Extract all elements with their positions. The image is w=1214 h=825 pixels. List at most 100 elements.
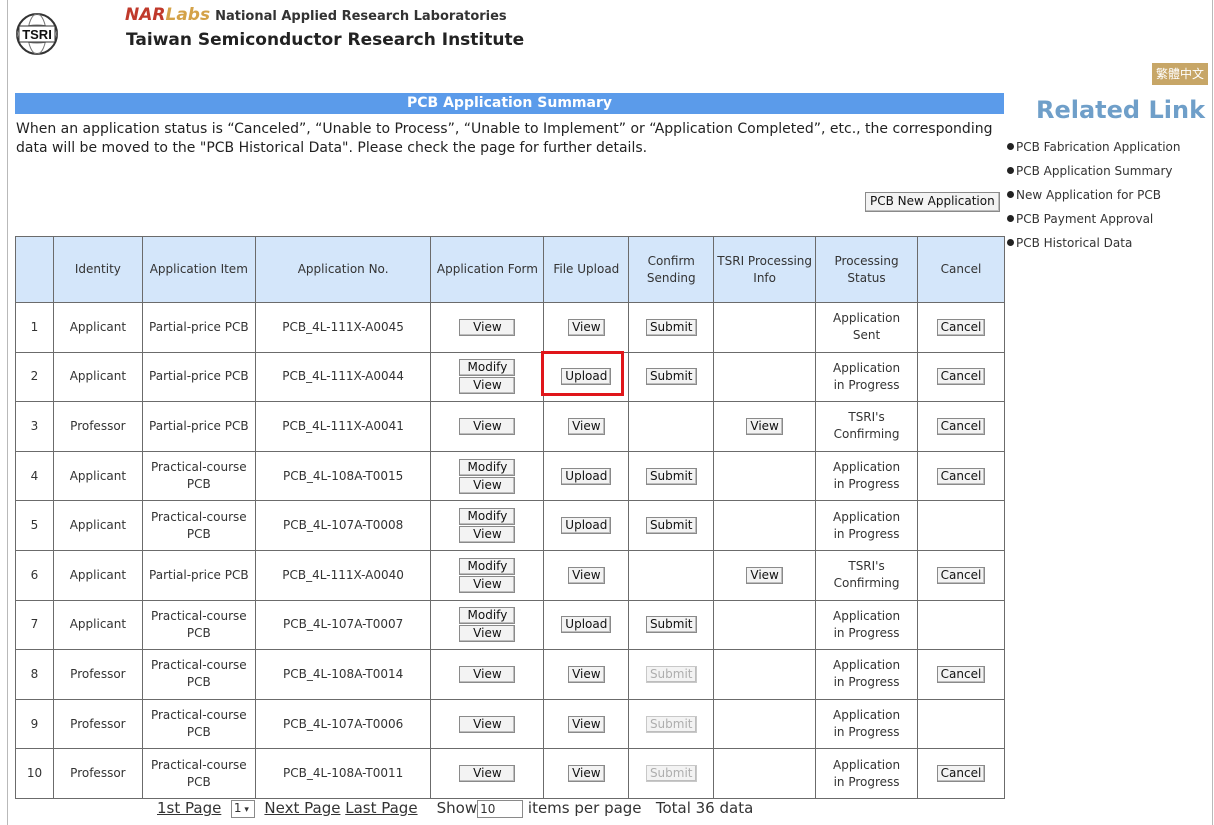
view-form-button[interactable]: View [459, 765, 516, 783]
pagination: 1st Page 1 ▾ Next Page Last Page Show 10 … [157, 799, 753, 818]
view-form-button[interactable]: View [459, 377, 516, 395]
table-cell [917, 698, 1005, 750]
table-cell: Application in Progress [815, 500, 918, 551]
related-link-item[interactable]: PCB Application Summary [1007, 163, 1181, 187]
processing-status: Application in Progress [833, 757, 901, 789]
related-link-item[interactable]: New Application for PCB [1007, 187, 1181, 211]
modify-form-button[interactable]: Modify [459, 359, 516, 377]
table-row: 5 Applicant Practical-course PCB PCB_4L-107… [15, 500, 1005, 551]
table-cell: View [543, 302, 630, 353]
identity-text: Applicant [69, 518, 127, 533]
upload-file-button[interactable]: Upload [561, 517, 612, 535]
identity-text: Applicant [69, 468, 127, 483]
cancel-button[interactable]: Cancel [936, 566, 986, 584]
processing-status: Application in Progress [833, 509, 901, 541]
view-form-button[interactable]: View [459, 318, 516, 336]
view-file-button[interactable]: View [568, 318, 605, 336]
pcb-new-application-button[interactable]: PCB New Application [865, 192, 1000, 212]
language-toggle-button[interactable]: 繁體中文 [1152, 63, 1208, 85]
submit-button[interactable]: Submit [645, 765, 697, 783]
view-file-button[interactable]: View [568, 765, 605, 783]
related-link-label: PCB Fabrication Application [1016, 140, 1181, 154]
table-cell: Submit [628, 500, 715, 551]
view-form-button[interactable]: View [459, 476, 516, 494]
view-file-button[interactable]: View [568, 566, 605, 584]
submit-button[interactable]: Submit [645, 467, 697, 485]
cancel-button[interactable]: Cancel [936, 665, 986, 683]
submit-button[interactable]: Submit [645, 616, 697, 634]
column-header: Confirm Sending [628, 236, 715, 303]
table-cell: Applicant [52, 549, 143, 601]
cancel-button[interactable]: Cancel [936, 368, 986, 386]
application-item-text: Practical-course PCB [150, 757, 247, 789]
identity-text: Professor [70, 666, 126, 681]
modify-form-button[interactable]: Modify [459, 508, 516, 526]
view-form-button[interactable]: View [459, 625, 516, 643]
table-cell: Modify View [430, 549, 545, 601]
table-cell: Practical-course PCB [141, 450, 256, 502]
table-cell: Cancel [917, 748, 1005, 799]
related-link-item[interactable]: PCB Fabrication Application [1007, 139, 1181, 163]
view-file-button[interactable]: View [568, 715, 605, 733]
identity-text: Professor [70, 716, 126, 731]
table-cell: Submit [628, 698, 715, 750]
table-cell: Practical-course PCB [141, 698, 256, 750]
cancel-button[interactable]: Cancel [936, 417, 986, 435]
view-form-button[interactable]: View [459, 665, 516, 683]
upload-file-button[interactable]: Upload [561, 368, 612, 386]
view-form-button[interactable]: View [459, 417, 516, 435]
form-button-group: Modify View [459, 359, 516, 395]
column-header: TSRI Processing Info [713, 236, 817, 303]
view-form-button[interactable]: View [459, 526, 516, 544]
table-cell: TSRI's Confirming [815, 401, 918, 452]
cancel-button[interactable]: Cancel [936, 765, 986, 783]
table-cell [628, 401, 715, 452]
related-link-item[interactable]: PCB Historical Data [1007, 235, 1181, 259]
related-link-item[interactable]: PCB Payment Approval [1007, 211, 1181, 235]
modify-form-button[interactable]: Modify [459, 458, 516, 476]
modify-form-button[interactable]: Modify [459, 607, 516, 625]
first-page-link[interactable]: 1st Page [157, 799, 221, 817]
table-cell: Professor [52, 698, 143, 750]
table-cell: PCB_4L-108A-T0015 [254, 450, 432, 502]
chevron-down-icon: ▾ [241, 804, 249, 815]
related-link-list: PCB Fabrication Application PCB Applicati… [1007, 139, 1181, 259]
table-row: 4 Applicant Practical-course PCB PCB_4L-108… [15, 450, 1005, 502]
submit-button[interactable]: Submit [645, 517, 697, 535]
column-header [15, 236, 54, 303]
processing-status: Application in Progress [833, 658, 901, 690]
upload-file-button[interactable]: Upload [561, 616, 612, 634]
last-page-link[interactable]: Last Page [345, 799, 417, 817]
modify-form-button[interactable]: Modify [459, 557, 516, 575]
table-cell: PCB_4L-111X-A0040 [254, 549, 432, 601]
table-cell: Professor [52, 649, 143, 700]
view-form-button[interactable]: View [459, 575, 516, 593]
upload-file-button[interactable]: Upload [561, 467, 612, 485]
table-cell: 5 [15, 500, 54, 551]
application-table: Identity Application Item Application No. A… [15, 236, 1005, 799]
view-form-button[interactable]: View [459, 715, 516, 733]
table-cell: Upload [543, 450, 630, 502]
application-number: PCB_4L-107A-T0007 [283, 617, 404, 632]
submit-button[interactable]: Submit [645, 715, 697, 733]
application-number: PCB_4L-108A-T0015 [283, 468, 404, 483]
form-button-group: View [459, 318, 516, 336]
view-file-button[interactable]: View [568, 417, 605, 435]
view-file-button[interactable]: View [568, 665, 605, 683]
cancel-button[interactable]: Cancel [936, 318, 986, 336]
application-item-text: Practical-course PCB [150, 708, 247, 740]
bullet-icon [1007, 143, 1014, 150]
next-page-link[interactable]: Next Page [264, 799, 340, 817]
view-tsri-info-button[interactable]: View [746, 417, 783, 435]
submit-button[interactable]: Submit [645, 318, 697, 336]
cancel-button[interactable]: Cancel [936, 467, 986, 485]
table-cell: Partial-price PCB [141, 351, 256, 403]
items-per-page-input[interactable]: 10 [477, 799, 524, 818]
table-row: 7 Applicant Practical-course PCB PCB_4L-107… [15, 599, 1005, 651]
submit-button[interactable]: Submit [645, 368, 697, 386]
view-tsri-info-button[interactable]: View [746, 566, 783, 584]
tsri-logo: TSRI [15, 12, 59, 56]
application-number: PCB_4L-111X-A0041 [282, 418, 404, 433]
submit-button[interactable]: Submit [645, 665, 697, 683]
page-select[interactable]: 1 ▾ [230, 799, 255, 818]
